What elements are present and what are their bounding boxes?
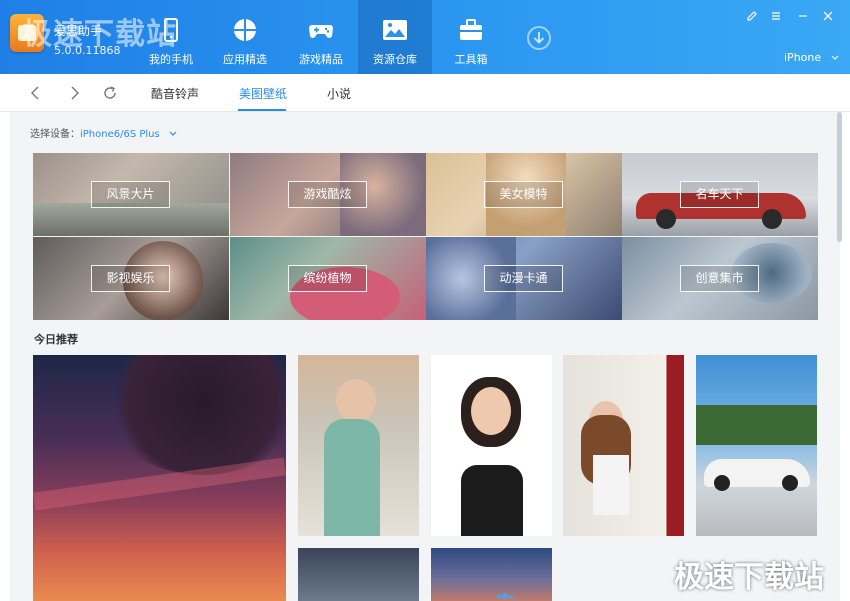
chevron-down-icon: [831, 55, 839, 60]
tab-ringtones[interactable]: 酷音铃声: [151, 85, 199, 102]
download-button[interactable]: [527, 26, 551, 50]
tab-novels[interactable]: 小说: [327, 85, 351, 102]
wallpaper-thumb[interactable]: [696, 355, 817, 536]
forward-icon[interactable]: [66, 85, 82, 101]
nav-my-phone[interactable]: 我的手机: [134, 0, 208, 74]
category-label: 缤纷植物: [288, 265, 367, 292]
back-icon[interactable]: [28, 85, 44, 101]
wallpaper-thumb[interactable]: [298, 548, 419, 601]
tab-wallpapers[interactable]: 美图壁纸: [239, 85, 287, 102]
category-anime[interactable]: 动漫卡通: [426, 237, 622, 320]
category-cars[interactable]: 名车天下: [622, 153, 818, 236]
category-games[interactable]: 游戏酷炫: [230, 153, 426, 236]
category-label: 创意集市: [680, 265, 759, 292]
watermark-logo: 极速下载站: [674, 560, 824, 595]
category-creative[interactable]: 创意集市: [622, 237, 818, 320]
wallpaper-thumb[interactable]: [298, 355, 419, 536]
edit-icon[interactable]: [744, 10, 760, 26]
nav-label: 我的手机: [149, 53, 193, 66]
apps-icon: [234, 19, 256, 41]
image-icon: [383, 20, 407, 40]
download-arrow-icon: [533, 32, 545, 44]
device-picker[interactable]: 选择设备：iPhone6/6S Plus: [30, 125, 177, 140]
nav-label: 资源仓库: [373, 53, 417, 66]
device-picker-value: iPhone6/6S Plus: [80, 129, 160, 140]
category-landscape[interactable]: 风景大片: [33, 153, 229, 236]
active-tab-indicator: [238, 109, 286, 111]
wallpaper-thumb[interactable]: [33, 355, 286, 601]
category-models[interactable]: 美女模特: [426, 153, 622, 236]
sub-tab-bar: 酷音铃声 美图壁纸 小说: [0, 74, 850, 112]
nav-toolbox[interactable]: 工具箱: [434, 0, 508, 74]
phone-icon: [164, 18, 178, 42]
refresh-icon[interactable]: [102, 85, 118, 101]
section-title: 今日推荐: [34, 333, 78, 346]
nav-label: 工具箱: [454, 53, 488, 66]
category-label: 游戏酷炫: [288, 181, 367, 208]
nav-apps[interactable]: 应用精选: [208, 0, 282, 74]
category-entertainment[interactable]: 影视娱乐: [33, 237, 229, 320]
category-plants[interactable]: 缤纷植物: [230, 237, 426, 320]
scrollbar[interactable]: [837, 112, 842, 242]
category-label: 影视娱乐: [91, 265, 170, 292]
nav-label: 应用精选: [223, 53, 267, 66]
wallpaper-thumb[interactable]: [431, 548, 552, 601]
wallpaper-thumb[interactable]: [431, 355, 552, 536]
gamepad-icon: [309, 25, 333, 38]
title-bar: 爱思助手 5.0.0.11868 极速下载站 我的手机 应用精选 游戏精品 资源…: [0, 0, 850, 74]
scroll-more-icon[interactable]: [496, 591, 514, 601]
category-label: 名车天下: [680, 181, 759, 208]
wallpaper-content: 选择设备：iPhone6/6S Plus 风景大片 游戏酷炫 美女模特 名车天下…: [10, 112, 840, 601]
category-label: 风景大片: [91, 181, 170, 208]
category-label: 美女模特: [484, 181, 563, 208]
category-label: 动漫卡通: [484, 265, 563, 292]
device-picker-label: 选择设备：: [30, 129, 80, 140]
device-name: iPhone: [784, 51, 822, 64]
nav-resources[interactable]: 资源仓库: [358, 0, 432, 74]
menu-icon[interactable]: [768, 10, 784, 26]
minimize-button[interactable]: [795, 10, 811, 26]
nav-label: 游戏精品: [299, 53, 343, 66]
device-dropdown[interactable]: iPhone: [784, 51, 839, 64]
chevron-down-icon: [169, 131, 177, 136]
nav-games[interactable]: 游戏精品: [284, 0, 358, 74]
close-button[interactable]: [820, 10, 836, 26]
toolbox-icon: [460, 19, 482, 40]
wallpaper-thumb[interactable]: [563, 355, 684, 536]
